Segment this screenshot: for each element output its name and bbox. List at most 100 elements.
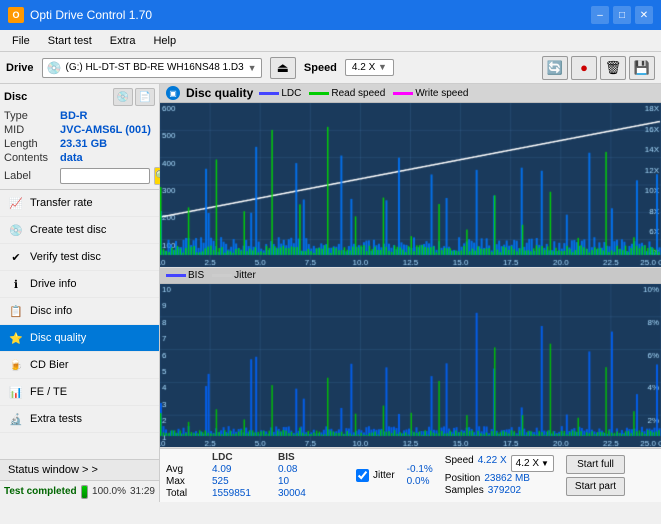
stats-avg-label: Avg <box>166 464 206 475</box>
drive-value: (G:) HL-DT-ST BD-RE WH16NS48 1.D3 <box>65 62 243 73</box>
speed-label: Speed <box>304 62 337 74</box>
chart-header-icon: ▣ <box>166 86 180 100</box>
legend-jitter-label: Jitter <box>234 270 256 281</box>
stats-max-bis: 10 <box>278 476 338 487</box>
status-window-bar[interactable]: Status window > > <box>0 459 159 480</box>
cd-bier-icon: 🍺 <box>8 357 24 373</box>
eject-button[interactable]: ⏏ <box>270 57 296 79</box>
disc-info-icon: 📋 <box>8 303 24 319</box>
nav-label-verify-test-disc: Verify test disc <box>30 251 101 263</box>
label-input[interactable] <box>60 168 150 184</box>
disc-label-label: Label <box>4 170 56 182</box>
start-full-button[interactable]: Start full <box>566 455 625 474</box>
stats-row: LDC BIS Avg 4.09 0.08 Max 525 10 Total 1… <box>160 448 661 502</box>
stats-max-ldc: 525 <box>212 476 272 487</box>
stats-col-empty <box>166 452 206 463</box>
sidebar: Disc 💿 📄 Type BD-R MID JVC-AMS6L (001) L… <box>0 84 160 502</box>
chart-bottom <box>160 284 661 449</box>
legend-read-speed-color <box>309 92 329 95</box>
title-bar: O Opti Drive Control 1.70 – □ ✕ <box>0 0 661 30</box>
erase-button[interactable]: 🗑 <box>600 56 626 80</box>
progress-percent: 100.0% <box>92 486 126 497</box>
speed-dropdown-val: 4.2 X <box>516 458 539 469</box>
disc-length-row: Length 23.31 GB <box>4 138 155 150</box>
stats-col-bis: BIS <box>278 452 338 463</box>
length-label: Length <box>4 138 56 150</box>
nav-label-disc-info: Disc info <box>30 305 72 317</box>
length-value: 23.31 GB <box>60 138 107 150</box>
nav-label-disc-quality: Disc quality <box>30 332 86 344</box>
sidebar-item-create-test-disc[interactable]: 💿 Create test disc <box>0 217 159 244</box>
nav-items: 📈 Transfer rate 💿 Create test disc ✔ Ver… <box>0 190 159 459</box>
legend-ldc: LDC <box>259 88 301 99</box>
contents-value: data <box>60 152 83 164</box>
refresh-button[interactable]: 🔄 <box>542 56 568 80</box>
fe-te-icon: 📊 <box>8 384 24 400</box>
sidebar-item-disc-quality[interactable]: ⭐ Disc quality <box>0 325 159 352</box>
jitter-checkbox[interactable] <box>356 469 369 482</box>
disc-contents-row: Contents data <box>4 152 155 164</box>
title-bar-left: O Opti Drive Control 1.70 <box>8 7 152 23</box>
sidebar-item-extra-tests[interactable]: 🔬 Extra tests <box>0 406 159 433</box>
app-icon: O <box>8 7 24 23</box>
disc-header: Disc 💿 📄 <box>4 88 155 106</box>
legend-write-speed-color <box>393 92 413 95</box>
stats-max-label: Max <box>166 476 206 487</box>
nav-label-transfer-rate: Transfer rate <box>30 197 93 209</box>
legend-jitter: Jitter <box>212 270 256 281</box>
close-button[interactable]: ✕ <box>635 6 653 24</box>
nav-label-extra-tests: Extra tests <box>30 413 82 425</box>
speed-select-drive[interactable]: 4.2 X ▼ <box>345 59 394 76</box>
mid-label: MID <box>4 124 56 136</box>
speed-val-stat: 4.22 X <box>478 455 507 472</box>
disc-mid-row: MID JVC-AMS6L (001) <box>4 124 155 136</box>
sidebar-item-transfer-rate[interactable]: 📈 Transfer rate <box>0 190 159 217</box>
stats-total-bis: 30004 <box>278 488 338 499</box>
sidebar-item-disc-info[interactable]: 📋 Disc info <box>0 298 159 325</box>
sidebar-item-verify-test-disc[interactable]: ✔ Verify test disc <box>0 244 159 271</box>
disc-icon-btn-1[interactable]: 💿 <box>113 88 133 106</box>
menu-extra[interactable]: Extra <box>102 33 144 49</box>
stats-avg-ldc: 4.09 <box>212 464 272 475</box>
stats-total-label: Total <box>166 488 206 499</box>
disc-title: Disc <box>4 91 27 103</box>
legend-bis-color <box>166 274 186 277</box>
drive-select[interactable]: 💿 (G:) HL-DT-ST BD-RE WH16NS48 1.D3 ▼ <box>42 58 262 78</box>
start-part-button[interactable]: Start part <box>566 477 625 496</box>
drive-info-icon: ℹ <box>8 276 24 292</box>
progress-bar-outer <box>81 485 88 499</box>
label-row: Label 🔍 <box>4 167 155 185</box>
menu-bar: File Start test Extra Help <box>0 30 661 52</box>
legend-write-speed: Write speed <box>393 88 468 99</box>
speed-row: Speed 4.22 X 4.2 X ▼ <box>445 455 554 472</box>
speed-value: 4.2 X <box>352 62 375 73</box>
save-button[interactable]: 💾 <box>629 56 655 80</box>
mid-value: JVC-AMS6L (001) <box>60 124 151 136</box>
jitter-label: Jitter <box>373 470 395 481</box>
menu-start-test[interactable]: Start test <box>40 33 100 49</box>
charts-container: BIS Jitter <box>160 103 661 448</box>
maximize-button[interactable]: □ <box>613 6 631 24</box>
progress-area: Test completed 100.0% 31:29 <box>0 480 159 502</box>
chart-title: Disc quality <box>186 86 253 100</box>
legend-write-speed-label: Write speed <box>415 88 468 99</box>
menu-file[interactable]: File <box>4 33 38 49</box>
sidebar-item-drive-info[interactable]: ℹ Drive info <box>0 271 159 298</box>
color-button[interactable]: ● <box>571 56 597 80</box>
sidebar-item-fe-te[interactable]: 📊 FE / TE <box>0 379 159 406</box>
sidebar-item-cd-bier[interactable]: 🍺 CD Bier <box>0 352 159 379</box>
jitter-max-val: 0.0% <box>407 476 433 487</box>
contents-label: Contents <box>4 152 56 164</box>
menu-help[interactable]: Help <box>145 33 184 49</box>
stats-table: LDC BIS Avg 4.09 0.08 Max 525 10 Total 1… <box>166 452 344 499</box>
minimize-button[interactable]: – <box>591 6 609 24</box>
legend-ldc-color <box>259 92 279 95</box>
legend-jitter-color <box>212 274 232 277</box>
disc-icon-btn-2[interactable]: 📄 <box>135 88 155 106</box>
position-row: Position 23862 MB <box>445 473 554 484</box>
speed-dropdown[interactable]: 4.2 X ▼ <box>511 455 554 472</box>
nav-label-cd-bier: CD Bier <box>30 359 69 371</box>
drive-action-buttons: 🔄 ● 🗑 💾 <box>542 56 655 80</box>
drive-label: Drive <box>6 62 34 74</box>
stats-total-ldc: 1559851 <box>212 488 272 499</box>
